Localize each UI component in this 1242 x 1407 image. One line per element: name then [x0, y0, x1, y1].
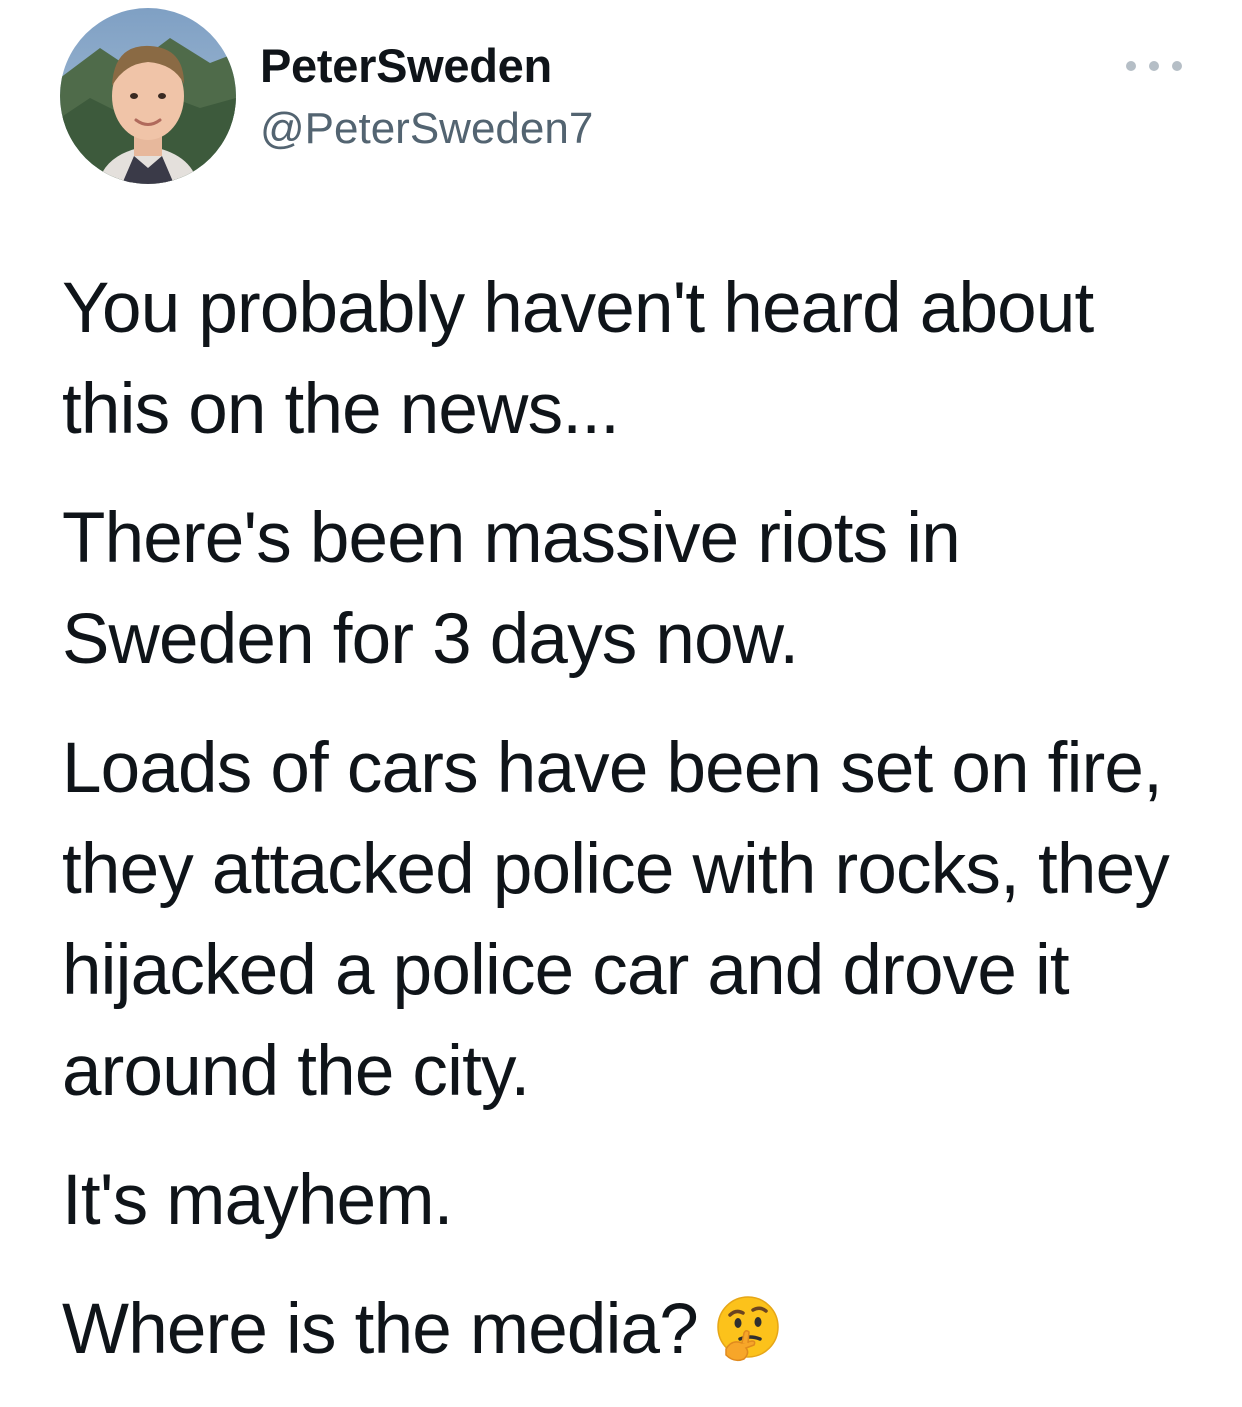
- tweet-line: You probably haven't heard about: [62, 269, 1094, 348]
- author-display-name[interactable]: PeterSweden: [260, 38, 552, 93]
- author-handle[interactable]: @PeterSweden7: [260, 104, 593, 154]
- avatar[interactable]: [60, 8, 236, 184]
- tweet-paragraph: Where is the media?: [62, 1279, 1192, 1380]
- tweet-line: hijacked a police car and drove it: [62, 931, 1070, 1010]
- more-options-icon[interactable]: [1126, 54, 1182, 78]
- tweet-line: Sweden for 3 days now.: [62, 600, 799, 679]
- tweet-line: they attacked police with rocks, they: [62, 830, 1170, 909]
- tweet: PeterSweden @PeterSweden7 You probably h…: [0, 0, 1242, 1407]
- tweet-line: Loads of cars have been set on fire,: [62, 729, 1163, 808]
- tweet-paragraph: There's been massive riots in Sweden for…: [62, 488, 1192, 690]
- more-dot: [1126, 61, 1136, 71]
- more-dot: [1172, 61, 1182, 71]
- tweet-paragraph: You probably haven't heard about this on…: [62, 258, 1192, 460]
- tweet-line: It's mayhem.: [62, 1161, 453, 1240]
- tweet-line: around the city.: [62, 1032, 530, 1111]
- more-dot: [1149, 61, 1159, 71]
- tweet-paragraph: It's mayhem.: [62, 1150, 1192, 1251]
- tweet-line: There's been massive riots in: [62, 499, 961, 578]
- tweet-line-text: Where is the media?: [62, 1290, 699, 1369]
- tweet-text: You probably haven't heard about this on…: [62, 258, 1192, 1407]
- tweet-line: this on the news...: [62, 370, 620, 449]
- tweet-line-last: Where is the media?: [62, 1279, 1192, 1380]
- thinking-face-emoji-icon: [712, 1293, 784, 1365]
- tweet-paragraph: Loads of cars have been set on fire, the…: [62, 718, 1192, 1122]
